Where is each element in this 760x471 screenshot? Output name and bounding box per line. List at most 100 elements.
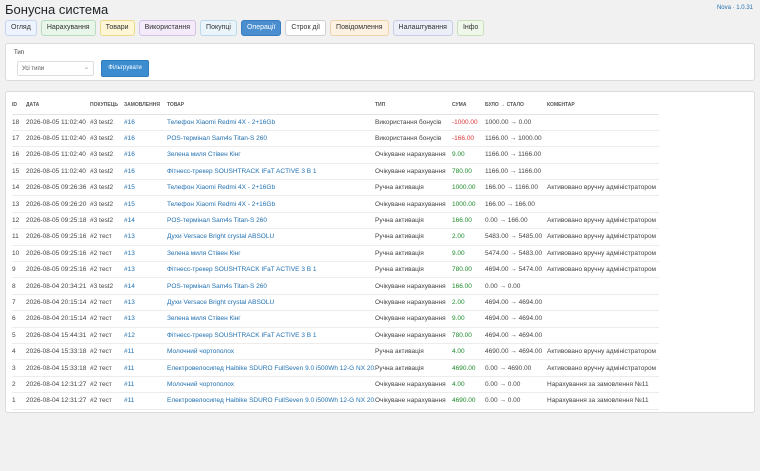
cell-id: 4 [12, 343, 26, 361]
cell-order-link[interactable]: #13 [124, 261, 167, 279]
cell-order-link[interactable]: #13 [124, 245, 167, 263]
cell-id: 10 [12, 245, 26, 263]
cell-date: 2026-08-05 11:02:40 [26, 163, 90, 181]
cell-order-link[interactable]: #13 [124, 294, 167, 312]
cell-order-link[interactable]: #16 [124, 163, 167, 181]
table-row: 17 2026-08-05 11:02:40 #3 test2 #16 POS-терм… [12, 130, 659, 148]
tab-2[interactable]: Товари [99, 20, 135, 36]
cell-buyer: #2 тест [90, 343, 124, 361]
table-row: 6 2026-08-04 20:15:14 #2 тест #13 Зелена мил… [12, 310, 659, 328]
table-row: 3 2026-08-04 15:33:18 #2 тест #11 Електровел… [12, 359, 659, 377]
cell-balance-change: 0.00 → 166.00 [485, 212, 547, 230]
cell-comment: Активовано вручну адміністратором [547, 212, 659, 230]
cell-order-link[interactable]: #11 [124, 392, 167, 410]
cell-id: 13 [12, 195, 26, 213]
cell-product-link[interactable]: Зелена миля Стівен Кінг [167, 245, 375, 263]
cell-amount: 4.00 [452, 343, 485, 361]
cell-balance-change: 0.00 → 0.00 [485, 392, 547, 410]
cell-amount: -1000.00 [452, 114, 485, 131]
cell-order-link[interactable]: #11 [124, 359, 167, 377]
cell-amount: 4690.00 [452, 392, 485, 410]
cell-date: 2026-08-05 09:25:18 [26, 212, 90, 230]
cell-product-link[interactable]: POS-термінал Sam4s Titan-S 260 [167, 130, 375, 148]
table-row: 2 2026-08-04 12:31:27 #2 тест #11 Молочний ч… [12, 376, 659, 394]
cell-date: 2026-08-04 20:34:21 [26, 277, 90, 295]
cell-buyer: #3 test2 [90, 179, 124, 197]
cell-buyer: #3 test2 [90, 146, 124, 164]
tab-0[interactable]: Огляд [5, 20, 37, 36]
cell-balance-change: 0.00 → 0.00 [485, 376, 547, 394]
cell-product-link[interactable]: Телефон Xiaomi Redmi 4X - 2+16Gb [167, 195, 375, 213]
tab-1[interactable]: Нарахування [40, 20, 96, 36]
cell-balance-change: 5483.00 → 5485.00 [485, 228, 547, 246]
table-row: 10 2026-08-05 09:25:16 #2 тест #13 Зелена ми… [12, 245, 659, 263]
cell-order-link[interactable]: #11 [124, 376, 167, 394]
cell-order-link[interactable]: #14 [124, 277, 167, 295]
cell-product-link[interactable]: Молочний чортополох [167, 343, 375, 361]
cell-date: 2026-08-05 09:26:36 [26, 179, 90, 197]
cell-product-link[interactable]: Фітнесс-трекер SOUSHTRACK IFaT ACTIVE 3 … [167, 163, 375, 181]
cell-order-link[interactable]: #12 [124, 327, 167, 344]
cell-balance-change: 4694.00 → 4694.00 [485, 327, 547, 344]
cell-comment [547, 310, 659, 328]
cell-date: 2026-08-04 15:33:18 [26, 359, 90, 377]
cell-amount: -166.00 [452, 130, 485, 148]
cell-order-link[interactable]: #16 [124, 146, 167, 164]
cell-product-link[interactable]: Електровелосипед Haibike SDURO FullSeven… [167, 359, 375, 377]
cell-balance-change: 1000.00 → 0.00 [485, 114, 547, 131]
cell-product-link[interactable]: Зелена миля Стівен Кінг [167, 310, 375, 328]
cell-product-link[interactable]: Духи Versace Bright crystal ABSOLU [167, 294, 375, 312]
filter-button[interactable]: Фільтрувати [101, 60, 149, 77]
cell-buyer: #3 test2 [90, 130, 124, 148]
cell-comment [547, 163, 659, 181]
cell-product-link[interactable]: Телефон Xiaomi Redmi 4X - 2+16Gb [167, 179, 375, 197]
cell-balance-change: 5474.00 → 5483.00 [485, 245, 547, 263]
cell-date: 2026-08-05 11:02:40 [26, 114, 90, 131]
cell-date: 2026-08-04 12:31:27 [26, 376, 90, 394]
tab-6[interactable]: Строк дії [285, 20, 327, 36]
cell-order-link[interactable]: #16 [124, 114, 167, 131]
cell-product-link[interactable]: POS-термінал Sam4s Titan-S 260 [167, 277, 375, 295]
cell-id: 5 [12, 327, 26, 344]
cell-product-link[interactable]: Електровелосипед Haibike SDURO FullSeven… [167, 392, 375, 410]
cell-buyer: #2 тест [90, 376, 124, 394]
cell-order-link[interactable]: #11 [124, 343, 167, 361]
cell-amount: 9.00 [452, 146, 485, 164]
cell-amount: 1000.00 [452, 179, 485, 197]
cell-order-link[interactable]: #13 [124, 228, 167, 246]
cell-comment: Нарахування за замовлення №11 [547, 392, 659, 410]
cell-balance-change: 166.00 → 1166.00 [485, 179, 547, 197]
tab-7[interactable]: Повідомлення [330, 20, 389, 36]
type-filter-label: Тип [14, 50, 25, 56]
tab-3[interactable]: Використання [138, 20, 197, 36]
cell-order-link[interactable]: #16 [124, 130, 167, 148]
cell-order-link[interactable]: #15 [124, 179, 167, 197]
cell-order-link[interactable]: #14 [124, 212, 167, 230]
cell-id: 14 [12, 179, 26, 197]
cell-order-link[interactable]: #15 [124, 195, 167, 213]
tab-8[interactable]: Налаштування [392, 20, 453, 36]
cell-buyer: #2 тест [90, 392, 124, 410]
type-filter-select[interactable]: Усі типи ⌄ [17, 61, 94, 76]
column-header: БУЛО → СТАЛО [485, 96, 547, 115]
column-header: ТИП [375, 96, 452, 115]
tab-9[interactable]: Інфо [456, 20, 485, 36]
cell-product-link[interactable]: Молочний чортополох [167, 376, 375, 394]
cell-amount: 2.00 [452, 228, 485, 246]
tab-4[interactable]: Покупці [200, 20, 237, 36]
tab-5[interactable]: Операції [240, 20, 282, 36]
cell-buyer: #3 test2 [90, 114, 124, 131]
cell-product-link[interactable]: POS-термінал Sam4s Titan-S 260 [167, 212, 375, 230]
cell-date: 2026-08-04 20:15:14 [26, 294, 90, 312]
cell-comment [547, 277, 659, 295]
cell-balance-change: 4694.00 → 5474.00 [485, 261, 547, 279]
cell-product-link[interactable]: Фітнесс-трекер SOUSHTRACK IFaT ACTIVE 3 … [167, 327, 375, 344]
operations-panel: ID ДАТА ПОКУПЕЦЬ ЗАМОВЛЕННЯ ТОВАР ТИП СУМА БУЛО… [5, 91, 755, 413]
cell-comment [547, 130, 659, 148]
cell-product-link[interactable]: Духи Versace Bright crystal ABSOLU [167, 228, 375, 246]
cell-order-link[interactable]: #13 [124, 310, 167, 328]
cell-product-link[interactable]: Зелена миля Стівен Кінг [167, 146, 375, 164]
cell-product-link[interactable]: Телефон Xiaomi Redmi 4X - 2+16Gb [167, 114, 375, 131]
cell-type: Очікуване нарахування [375, 277, 452, 295]
cell-product-link[interactable]: Фітнесс-трекер SOUSHTRACK IFaT ACTIVE 3 … [167, 261, 375, 279]
